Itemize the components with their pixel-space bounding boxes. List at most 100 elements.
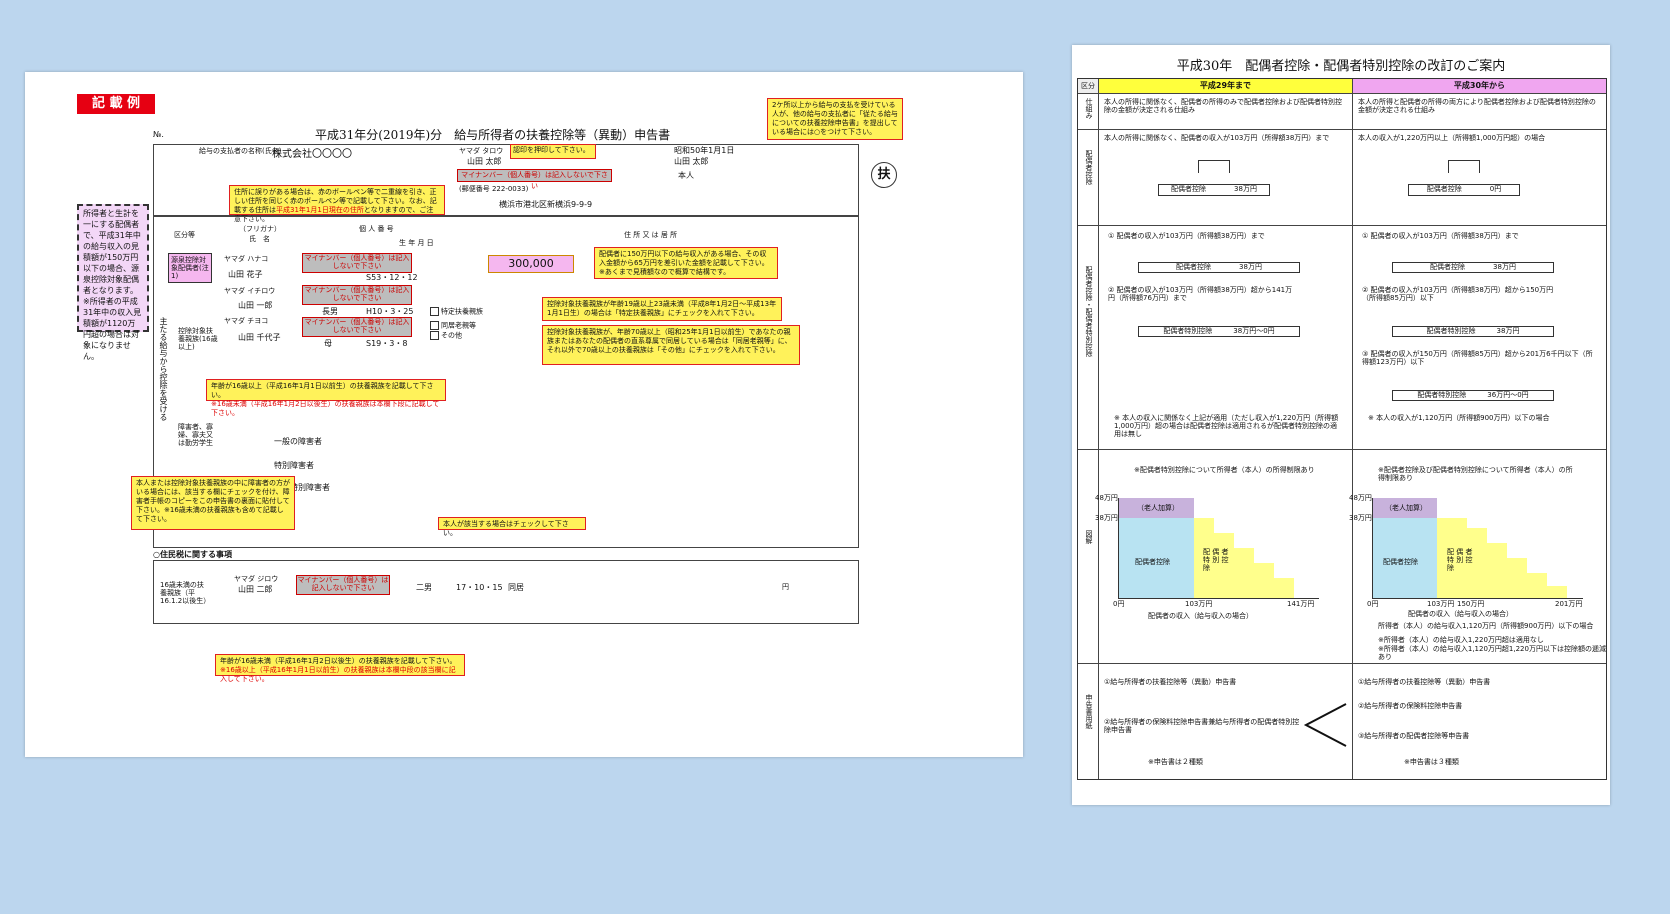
spouse-name: 山田 花子 (228, 270, 263, 279)
r2-before-box: 配偶者控除 38万円 (1158, 184, 1270, 196)
r4-after-title: ※配偶者控除及び配偶者特別控除について所得者（本人）の所得制限あり (1378, 466, 1573, 482)
r5-a1: ①給与所得者の扶養控除等（異動）申告書 (1358, 678, 1491, 686)
col-personal-no: 個 人 番 号 (359, 225, 394, 233)
fu-stamp: 扶 (871, 162, 897, 188)
child-mynumber-note: マイナンバー（個人番号）は記入しないで下さい (296, 575, 390, 595)
bottom-note: 年齢が16歳未満（平成16年1月2日以後生）の扶養親族を記載して下さい。 ※16… (215, 654, 465, 683)
disabled-label: 障害者、寡婦、寡夫又は勤労学生 (178, 423, 213, 447)
dep1-furigana: ヤマダ イチロウ (224, 287, 276, 295)
r5-a3: ③給与所得者の配偶者控除等申告書 (1358, 732, 1470, 740)
revision-guide-panel: 平成30年 配偶者控除・配偶者特別控除の改訂のご案内 区分 平成29年まで 平成… (1072, 45, 1610, 805)
before-x103: 103万円 (1185, 600, 1213, 608)
child-birth: 17・10・15 (456, 583, 503, 592)
before-x141: 141万円 (1287, 600, 1315, 608)
special-disabled: 特別障害者 (274, 461, 314, 470)
dep2-living: 同居老親等 (430, 321, 476, 330)
r3-b2-box: 配偶者特別控除 38万円〜0円 (1138, 326, 1300, 337)
form-sample-panel: 記 載 例 №. 平成31年分(2019年)分 給与所得者の扶養控除等（異動）申… (25, 72, 1023, 757)
spouse-note: 配偶者に150万円以下の給与収入がある場合、その収入金額から65万円を差引いた金… (594, 247, 778, 279)
after-y38: 38万円 (1349, 514, 1372, 522)
employee-name: 山田 太郎 (467, 157, 502, 166)
after-x150: 150万円 (1457, 600, 1485, 608)
resident-table: 16歳未満の扶養親族（平16.1.2以後生） ヤマダ ジロウ 山田 二郎 マイナ… (153, 560, 859, 624)
dep2-mynumber-note: マイナンバー（個人番号）は記入しないで下さい (302, 317, 412, 337)
dep2-living-label: 同居老親等 (441, 321, 476, 330)
row-4-label: 図解 (1085, 530, 1093, 544)
guide-table: 区分 平成29年まで 平成30年から 仕組み 本人の所得に関係なく、配偶者の所得… (1077, 78, 1607, 780)
before-special-step-4 (1254, 563, 1274, 598)
after-x103: 103万円 (1427, 600, 1455, 608)
r3-a3-box: 配偶者特別控除 36万円〜0円 (1392, 390, 1554, 401)
header-after: 平成30年から (1353, 79, 1606, 93)
r3-b1: ① 配偶者の収入が103万円（所得額38万円）まで (1108, 232, 1265, 240)
r3-a-note: ※ 本人の収入が1,120万円（所得額900万円）以下の場合 (1368, 414, 1550, 422)
r3-a1: ① 配偶者の収入が103万円（所得額38万円）まで (1362, 232, 1519, 240)
spouse-section: 源泉控除対象配偶者(注1) (168, 253, 212, 283)
elder-note: 控除対象扶養親族が、年齢70歳以上（昭和25年1月1日以前生）であなたの親族また… (542, 325, 800, 365)
row-1-label: 仕組み (1085, 98, 1093, 119)
before-caption: 配偶者の収入（給与収入の場合） (1148, 612, 1253, 620)
age16-note-1: 年齢が16歳以上（平成16年1月1日以前生）の扶養親族を記載して下さい。 (211, 382, 434, 399)
dep1-special-label: 特定扶養親族 (441, 307, 483, 316)
dep2-relation: 母 (324, 339, 332, 348)
r3-a2-box: 配偶者特別控除 38万円 (1392, 326, 1554, 337)
before-special-step-3 (1234, 548, 1254, 598)
after-caption: 配偶者の収入（給与収入の場合） (1408, 610, 1513, 618)
row-3-label: 配偶者控除・配偶者特別控除 (1085, 266, 1093, 357)
before-y48: 48万円 (1095, 494, 1118, 502)
dep1-relation: 長男 (322, 307, 338, 316)
resident-header: ○住民税に関する事項 (153, 550, 232, 559)
r1-after: 本人の所得と配偶者の所得の両方により配偶者控除および配偶者特別控除の金額が決定さ… (1358, 98, 1596, 114)
before-special-step-5 (1274, 578, 1294, 598)
r1-before: 本人の所得に関係なく、配偶者の所得のみで配偶者控除および配偶者特別控除の金額が決… (1104, 98, 1342, 114)
dep2-other-label: その他 (441, 331, 462, 340)
main-side-label: 主たる給与から控除を受ける (159, 317, 168, 421)
after-special-step-2 (1487, 543, 1507, 598)
r3-a2: ② 配偶者の収入が103万円（所得額38万円）超から150万円（所得額85万円）… (1362, 286, 1554, 302)
dep2-other-checkbox[interactable] (430, 331, 439, 340)
disabled-note: 本人または控除対象扶養親族の中に障害者の方がいる場合には、該当する欄にチェックを… (131, 476, 295, 530)
dependents-label: 控除対象扶養親族(16歳以上) (178, 327, 218, 351)
address-note: 住所に誤りがある場合は、赤のボールペン等で二重線を引き、正しい住所を同じく赤のボ… (229, 185, 445, 223)
after-special-step-3 (1507, 558, 1527, 598)
row-3: 配偶者控除・配偶者特別控除 ① 配偶者の収入が103万円（所得額38万円）まで … (1078, 225, 1606, 450)
general-disabled: 一般の障害者 (274, 437, 322, 446)
postal: (郵便番号 222-0033) (459, 185, 529, 193)
r5-b2: ②給与所得者の保険料控除申告書兼給与所得者の配偶者特別控除申告書 (1104, 718, 1300, 734)
employee-mynumber-note: マイナンバー（個人番号）は記入しないで下さい (457, 169, 612, 190)
after-note-2: ※所得者（本人）の給与収入1,220万円超は適用なし (1378, 636, 1544, 644)
employer-name: 株式会社〇〇〇〇 (272, 149, 352, 160)
before-x0: 0円 (1113, 600, 1125, 608)
dep2-birth: S19・3・8 (366, 339, 408, 348)
r2-after-arrow (1448, 160, 1480, 173)
dep2-furigana: ヤマダ チヨコ (224, 317, 269, 325)
dep2-name: 山田 千代子 (238, 333, 281, 342)
r5-a-note: ※申告書は３種類 (1404, 758, 1459, 766)
student-note: 本人が該当する場合はチェックして下さい。 (438, 517, 586, 537)
form-title: 平成31年分(2019年)分 給与所得者の扶養控除等（異動）申告書 (315, 128, 671, 142)
after-elder-label: （老人加算） (1385, 504, 1427, 512)
age16-note: 年齢が16歳以上（平成16年1月1日以前生）の扶養親族を記載して下さい。 ※16… (206, 379, 446, 417)
r5-b-note: ※申告書は２種類 (1148, 758, 1203, 766)
fu-mark: 扶 (877, 167, 891, 182)
dep2-living-checkbox[interactable] (430, 321, 439, 330)
child-section: 16歳未満の扶養親族（平16.1.2以後生） (160, 581, 211, 605)
after-chart: （老人加算） 配偶者控除 配 偶 者 特 別 控 除 48万円 38万円 0円 … (1349, 494, 1583, 608)
after-spouse-label: 配偶者控除 (1383, 558, 1418, 566)
before-chart: （老人加算） 配偶者控除 配 偶 者 特 別 控 除 48万円 38万円 0円 … (1095, 494, 1319, 608)
relation: 本人 (678, 171, 694, 180)
r2-after: 本人の収入が1,220万円以上（所得額1,000万円超）の場合 (1358, 134, 1546, 142)
dep1-name: 山田 一郎 (238, 301, 273, 310)
householder: 山田 太郎 (674, 157, 709, 166)
dep1-special-checkbox[interactable] (430, 307, 439, 316)
r2-before-arrow (1198, 160, 1230, 173)
after-x0: 0円 (1367, 600, 1379, 608)
dep1-birth: H10・3・25 (366, 307, 414, 316)
address: 横浜市港北区新横浜9-9-9 (499, 200, 593, 209)
after-note-3: ※所得者（本人）の給与収入1,120万円超1,220万円以下は控除額の逓減あり (1378, 645, 1606, 661)
dep1-mynumber-note: マイナンバー（個人番号）は記入しないで下さい (302, 285, 412, 305)
after-special-label: 配 偶 者 特 別 控 除 (1447, 548, 1473, 572)
r4-before-title: ※配偶者特別控除について所得者（本人）の所得制限あり (1134, 466, 1315, 474)
child-name: 山田 二郎 (238, 585, 273, 594)
after-note-1: 所得者（本人）の給与収入1,120万円（所得額900万円）以下の場合 (1378, 622, 1594, 630)
